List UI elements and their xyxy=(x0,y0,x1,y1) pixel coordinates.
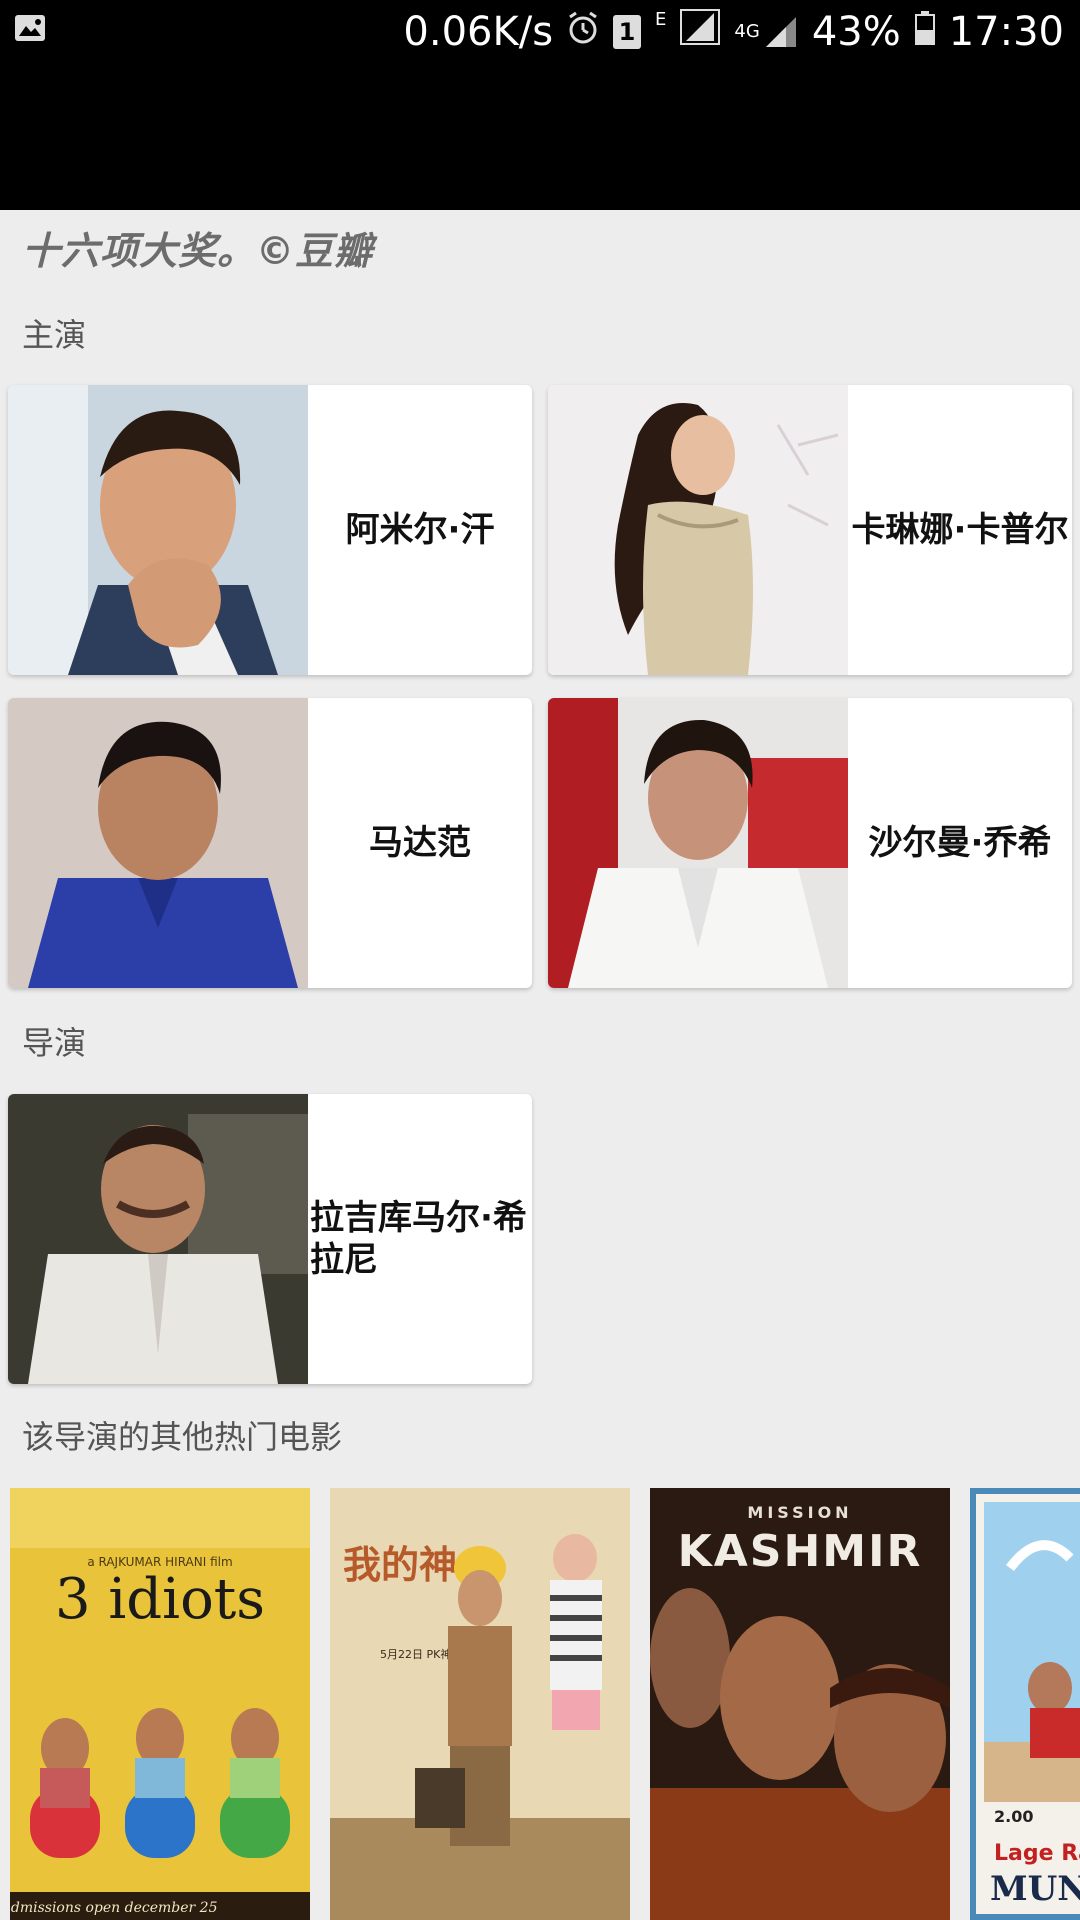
director-photo xyxy=(8,1094,308,1384)
cast-card[interactable]: 阿米尔·汗 xyxy=(8,385,532,675)
director-card[interactable]: 拉吉库马尔·希拉尼 xyxy=(8,1094,532,1384)
battery-percent: 43% xyxy=(811,9,901,55)
network-e-label: E xyxy=(655,9,667,30)
actor-photo xyxy=(548,385,848,675)
actor-name: 沙尔曼·乔希 xyxy=(868,823,1052,863)
summary-text: 十六项大奖。©豆瓣 xyxy=(22,229,374,273)
poster-release: 5月22日 PK神 xyxy=(380,1647,451,1661)
actor-name: 阿米尔·汗 xyxy=(345,510,495,550)
battery-icon xyxy=(914,8,935,56)
related-movies-carousel[interactable]: a RAJKUMAR HIRANI film 3 idiots admissio… xyxy=(0,1488,1080,1920)
poster-price: 2.00 xyxy=(994,1807,1033,1826)
movie-poster[interactable]: 我的神 5月22日 PK神 xyxy=(330,1488,630,1920)
cast-section-title: 主演 xyxy=(22,316,87,354)
alarm-icon xyxy=(567,8,599,56)
image-icon xyxy=(14,14,46,42)
signal-icon xyxy=(680,8,721,56)
related-movies-title: 该导演的其他热门电影 xyxy=(22,1418,343,1456)
poster-title: 我的神 xyxy=(343,1543,457,1587)
clock: 17:30 xyxy=(948,9,1064,55)
sim-icon: 1 xyxy=(613,15,642,49)
poster-title: MUN xyxy=(990,1869,1080,1909)
poster-subtitle: Lage Ra xyxy=(994,1841,1080,1866)
director-section-title: 导演 xyxy=(22,1024,87,1062)
cast-card[interactable]: 沙尔曼·乔希 xyxy=(548,698,1072,988)
movie-detail-content[interactable]: 十六项大奖。©豆瓣 主演 阿米尔·汗 卡琳娜·卡普尔 马达范 沙尔曼·乔希 导演… xyxy=(0,210,1080,1920)
actor-photo xyxy=(8,385,308,675)
movie-poster[interactable]: MISSION KASHMIR xyxy=(650,1488,950,1920)
cast-card[interactable]: 马达范 xyxy=(8,698,532,988)
actor-name: 卡琳娜·卡普尔 xyxy=(851,510,1069,550)
actor-name: 马达范 xyxy=(369,823,471,863)
cast-card[interactable]: 卡琳娜·卡普尔 xyxy=(548,385,1072,675)
network-speed: 0.06K/s xyxy=(403,9,554,55)
actor-photo xyxy=(8,698,308,988)
status-bar: 0.06K/s 1 E 4G 43% 17:30 xyxy=(0,0,1080,210)
poster-footer: admissions open december 25 xyxy=(10,1900,218,1916)
signal-4g-icon: 4G xyxy=(734,15,797,49)
movie-poster[interactable]: 2.00 Lage Ra MUN xyxy=(970,1488,1080,1920)
director-name: 拉吉库马尔·希拉尼 xyxy=(310,1198,527,1280)
movie-poster[interactable]: a RAJKUMAR HIRANI film 3 idiots admissio… xyxy=(10,1488,310,1920)
poster-title: 3 idiots xyxy=(55,1567,265,1632)
actor-photo xyxy=(548,698,848,988)
poster-subtitle: MISSION xyxy=(747,1503,852,1522)
poster-title: KASHMIR xyxy=(678,1526,923,1577)
